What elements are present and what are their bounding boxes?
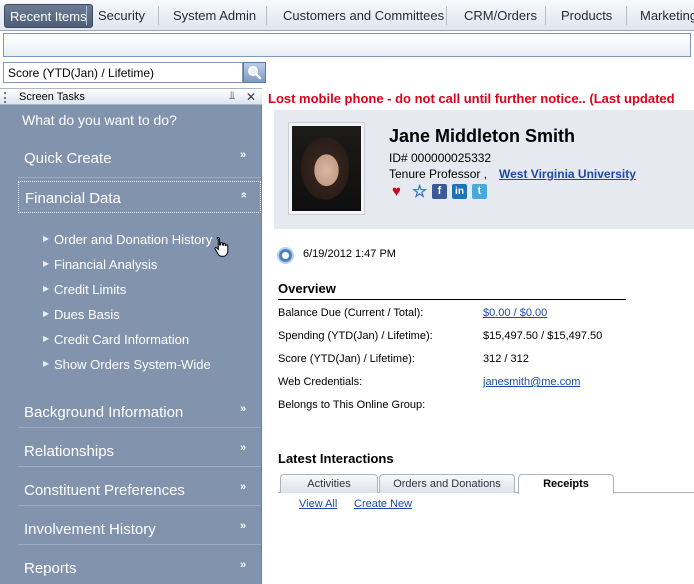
chevron-down-icon: » bbox=[240, 559, 247, 571]
section-constituent-preferences[interactable]: Constituent Preferences » bbox=[18, 474, 261, 506]
chevron-down-icon: » bbox=[240, 481, 247, 493]
section-label: Financial Data bbox=[25, 190, 121, 207]
organization-link[interactable]: West Virginia University bbox=[499, 167, 636, 181]
profile-photo bbox=[288, 122, 365, 215]
spending-label: Spending (YTD(Jan) / Lifetime): bbox=[278, 330, 433, 342]
tab-customers-and-committees[interactable]: Customers and Committees bbox=[283, 0, 444, 31]
constituent-profile-card: Jane Middleton Smith ID# 000000025332 Te… bbox=[274, 110, 694, 229]
score-value: 312 / 312 bbox=[483, 353, 529, 365]
view-all-link[interactable]: View All bbox=[299, 498, 337, 510]
heart-icon[interactable]: ♥ bbox=[389, 184, 404, 199]
tab-recent-items[interactable]: Recent Items bbox=[4, 4, 93, 28]
overview-divider bbox=[278, 299, 626, 300]
tasks-prompt: What do you want to do? bbox=[22, 112, 177, 128]
constituent-id: ID# 000000025332 bbox=[389, 151, 492, 165]
task-label: Credit Limits bbox=[54, 282, 127, 297]
grip-icon[interactable] bbox=[4, 92, 8, 103]
section-divider bbox=[18, 544, 261, 545]
chevron-up-icon: » bbox=[238, 191, 251, 199]
section-divider bbox=[18, 505, 261, 506]
close-icon[interactable]: ✕ bbox=[246, 90, 256, 104]
nav-divider bbox=[158, 6, 159, 25]
refresh-icon[interactable] bbox=[277, 247, 294, 264]
tab-receipts[interactable]: Receipts bbox=[518, 474, 614, 494]
tab-crm-orders[interactable]: CRM/Orders bbox=[464, 0, 537, 31]
section-label: Involvement History bbox=[24, 521, 156, 538]
chevron-down-icon: » bbox=[240, 403, 247, 415]
arrow-right-icon: ▶ bbox=[43, 234, 50, 243]
pin-icon[interactable]: ⫫ bbox=[229, 90, 235, 103]
tab-security[interactable]: Security bbox=[98, 0, 145, 31]
nav-divider bbox=[266, 6, 267, 25]
section-divider bbox=[18, 466, 261, 467]
web-credentials-label: Web Credentials: bbox=[278, 376, 363, 388]
search-input[interactable]: Score (YTD(Jan) / Lifetime) bbox=[3, 62, 243, 83]
tab-products[interactable]: Products bbox=[561, 0, 612, 31]
create-new-link[interactable]: Create New bbox=[354, 498, 412, 510]
section-label: Constituent Preferences bbox=[24, 482, 185, 499]
nav-divider bbox=[626, 6, 627, 25]
alert-message: Lost mobile phone - do not call until fu… bbox=[268, 91, 675, 106]
screen-tasks-header: Screen Tasks ⫫ ✕ bbox=[0, 88, 262, 105]
balance-due-value[interactable]: $0.00 / $0.00 bbox=[483, 307, 547, 319]
task-label: Show Orders System-Wide bbox=[54, 357, 211, 372]
tab-activities[interactable]: Activities bbox=[280, 474, 378, 493]
balance-due-label: Balance Due (Current / Total): bbox=[278, 307, 424, 319]
constituent-name: Jane Middleton Smith bbox=[389, 126, 576, 146]
top-navigation-bar: Recent Items Security System Admin Custo… bbox=[0, 0, 694, 31]
nav-divider bbox=[545, 6, 546, 25]
chevron-down-icon: » bbox=[240, 149, 247, 161]
hand-pointer-icon bbox=[214, 236, 229, 257]
facebook-icon[interactable]: f bbox=[432, 184, 447, 199]
section-divider bbox=[18, 427, 261, 428]
task-label: Financial Analysis bbox=[54, 257, 158, 272]
tab-marketing[interactable]: Marketing bbox=[640, 0, 694, 31]
section-label: Reports bbox=[24, 560, 77, 577]
search-icon bbox=[248, 66, 262, 80]
section-reports[interactable]: Reports » bbox=[18, 552, 261, 584]
section-financial-data[interactable]: Financial Data » bbox=[18, 181, 261, 213]
arrow-right-icon: ▶ bbox=[43, 334, 50, 343]
section-quick-create[interactable]: Quick Create » bbox=[18, 142, 261, 174]
section-label: Relationships bbox=[24, 443, 115, 460]
section-label: Quick Create bbox=[24, 150, 112, 167]
screen-tasks-title: Screen Tasks bbox=[19, 91, 85, 103]
online-group-label: Belongs to This Online Group: bbox=[278, 399, 426, 411]
interactions-tabstrip: Activities Orders and Donations Receipts bbox=[278, 474, 694, 494]
task-label: Order and Donation History bbox=[54, 232, 213, 247]
section-involvement-history[interactable]: Involvement History » bbox=[18, 513, 261, 545]
arrow-right-icon: ▶ bbox=[43, 309, 50, 318]
nav-divider bbox=[86, 6, 87, 25]
nav-divider bbox=[446, 6, 447, 25]
arrow-right-icon: ▶ bbox=[43, 284, 50, 293]
section-label: Background Information bbox=[24, 404, 184, 421]
constituent-title: Tenure Professor , bbox=[389, 167, 488, 181]
section-background-information[interactable]: Background Information » bbox=[18, 396, 261, 428]
overview-title: Overview bbox=[278, 281, 336, 296]
chevron-down-icon: » bbox=[240, 520, 247, 532]
score-label: Score (YTD(Jan) / Lifetime): bbox=[278, 353, 415, 365]
latest-interactions-title: Latest Interactions bbox=[278, 451, 394, 466]
arrow-right-icon: ▶ bbox=[43, 259, 50, 268]
last-updated-timestamp: 6/19/2012 1:47 PM bbox=[303, 248, 396, 260]
star-icon[interactable]: ☆ bbox=[412, 183, 427, 200]
search-button[interactable] bbox=[243, 62, 266, 83]
tab-system-admin[interactable]: System Admin bbox=[173, 0, 256, 31]
tab-orders-and-donations[interactable]: Orders and Donations bbox=[379, 474, 515, 493]
arrow-right-icon: ▶ bbox=[43, 359, 50, 368]
section-divider bbox=[18, 177, 261, 178]
task-label: Credit Card Information bbox=[54, 332, 190, 347]
web-credentials-value[interactable]: janesmith@me.com bbox=[483, 376, 580, 388]
task-label: Dues Basis bbox=[54, 307, 120, 322]
toolbar-strip bbox=[3, 33, 691, 57]
spending-value: $15,497.50 / $15,497.50 bbox=[483, 330, 603, 342]
chevron-down-icon: » bbox=[240, 442, 247, 454]
linkedin-icon[interactable]: in bbox=[452, 184, 467, 199]
twitter-icon[interactable]: t bbox=[472, 184, 487, 199]
screen-tasks-panel: What do you want to do? Quick Create » F… bbox=[0, 105, 262, 584]
section-relationships[interactable]: Relationships » bbox=[18, 435, 261, 467]
